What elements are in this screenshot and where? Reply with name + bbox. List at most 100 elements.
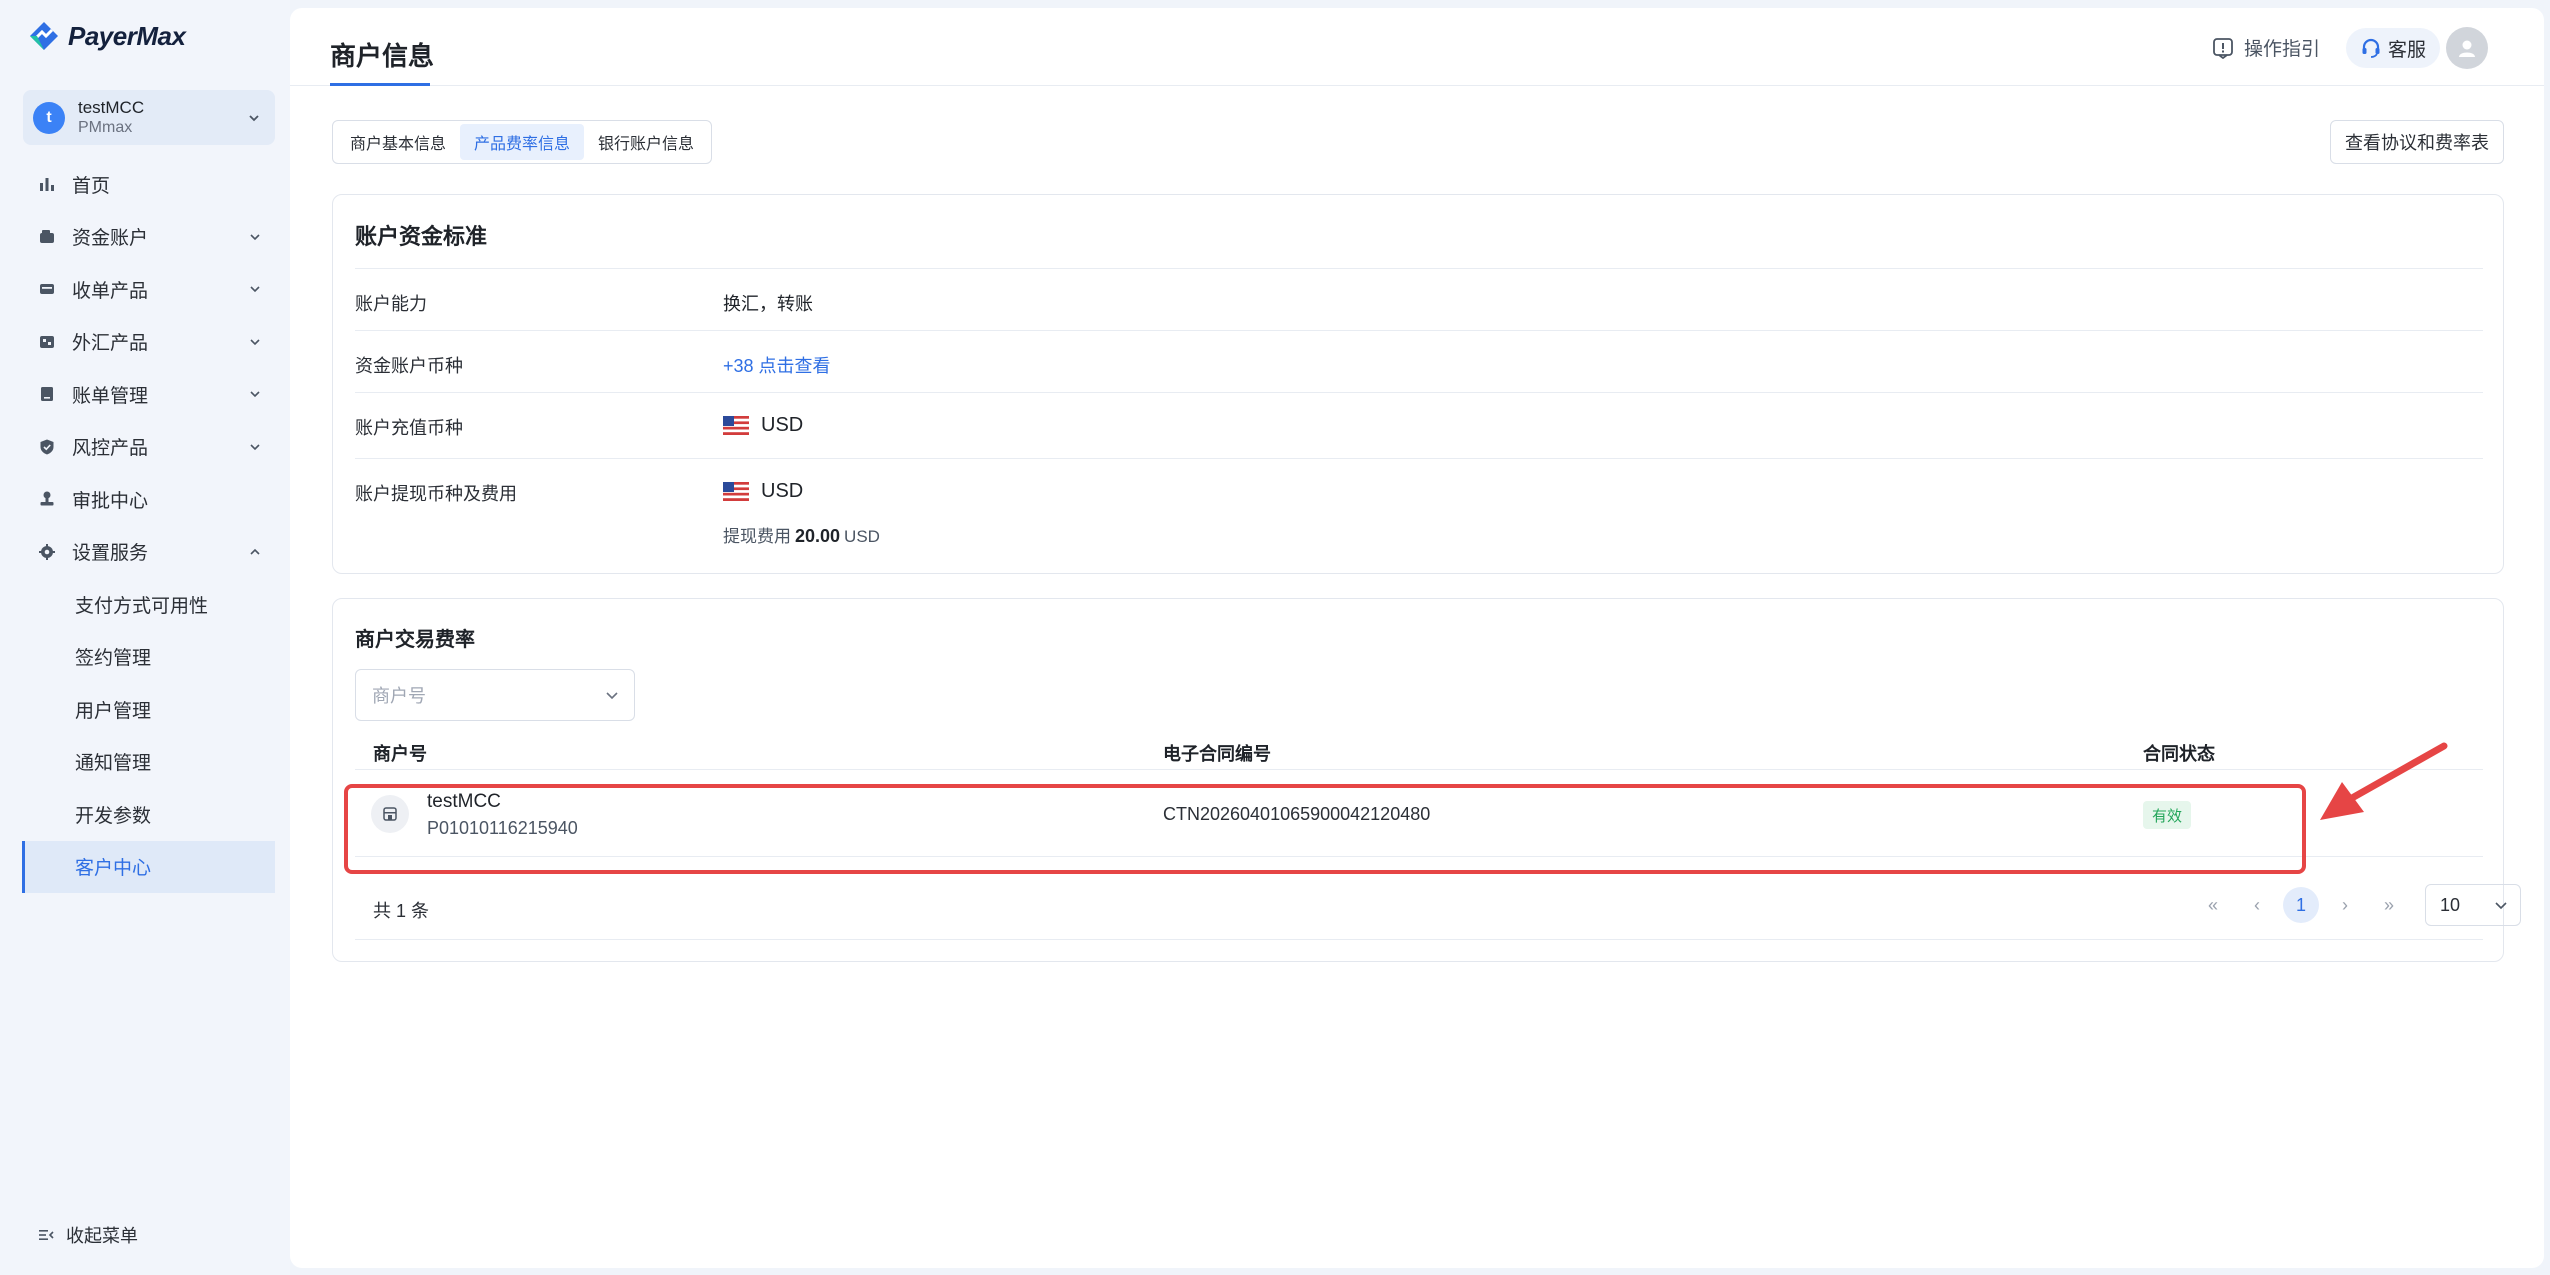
topup-currency: USD [723, 414, 803, 437]
guide-icon [2213, 37, 2233, 59]
column-status: 合同状态 [2143, 744, 2215, 764]
column-contract: 电子合同编号 [1163, 744, 1271, 764]
collapse-menu-label: 收起菜单 [66, 1226, 138, 1246]
sidebar-item-label: 外汇产品 [72, 333, 149, 355]
us-flag-icon [723, 482, 749, 501]
chevron-down-icon [606, 692, 618, 700]
shield-icon [40, 439, 54, 455]
last-page-icon[interactable]: » [2367, 884, 2411, 926]
current-page: 1 [2283, 887, 2319, 923]
collapse-menu-button[interactable]: 收起菜单 [38, 1222, 138, 1248]
total-count: 共 1 条 [373, 901, 430, 921]
currency-label: 资金账户币种 [355, 356, 463, 376]
capability-label: 账户能力 [355, 294, 427, 314]
withdraw-currency-code: USD [761, 480, 804, 502]
transaction-rates-title: 商户交易费率 [355, 629, 475, 651]
chevron-down-icon [250, 286, 260, 293]
chevron-down-icon [250, 339, 260, 345]
info-row-capability: 账户能力 换汇，转账 [355, 268, 2483, 330]
chevron-down-icon [249, 114, 259, 121]
account-subname: PMmax [78, 118, 133, 136]
chevron-down-icon [250, 391, 260, 398]
page-number[interactable]: 1 [2279, 884, 2323, 926]
sidebar-item-settings[interactable]: 设置服务 [0, 526, 290, 579]
account-switcher[interactable]: t testMCC PMmax [23, 90, 275, 145]
table-bottom-divider [355, 939, 2483, 940]
topup-currency-code: USD [761, 414, 804, 436]
exchange-icon [40, 335, 54, 348]
bill-icon [41, 387, 53, 402]
view-agreement-button[interactable]: 查看协议和费率表 [2330, 120, 2504, 164]
bar-chart-icon [40, 178, 54, 192]
sidebar-item-fund-account[interactable]: 资金账户 [0, 211, 290, 264]
title-underline [330, 83, 430, 86]
top-bar: 商户信息 操作指引 客服 [290, 8, 2544, 86]
sidebar-subitem-dev-params[interactable]: 开发参数 [0, 788, 275, 841]
topup-label: 账户充值币种 [355, 418, 463, 438]
withdraw-fee-amount: 20.00 [795, 526, 841, 546]
chevron-down-icon [250, 234, 260, 240]
operation-guide-label: 操作指引 [2244, 39, 2321, 60]
customer-service-label: 客服 [2388, 39, 2427, 61]
page-title: 商户信息 [330, 41, 435, 71]
sidebar-item-label: 设置服务 [72, 543, 149, 565]
sidebar-subitem-customer-center[interactable]: 客户中心 [22, 840, 275, 893]
sidebar-item-risk-products[interactable]: 风控产品 [0, 421, 290, 474]
us-flag-icon [723, 416, 749, 435]
tab-basic-info[interactable]: 商户基本信息 [336, 124, 460, 160]
transaction-rates-card: 商户交易费率 商户号 商户号 电子合同编号 合同状态 testMCC P0101… [332, 598, 2521, 962]
operation-guide-button[interactable]: 操作指引 [2212, 34, 2320, 61]
withdraw-fee-currency: USD [844, 527, 880, 546]
sidebar-subitem-notification-management[interactable]: 通知管理 [0, 736, 275, 789]
sidebar-item-label: 资金账户 [72, 228, 149, 250]
merchant-select[interactable]: 商户号 [355, 669, 635, 721]
sidebar-item-approval-center[interactable]: 审批中心 [0, 473, 290, 526]
payermax-logo-icon [30, 22, 58, 50]
capability-value: 换汇，转账 [723, 294, 813, 314]
customer-service-button[interactable]: 客服 [2346, 28, 2441, 68]
page-size-select[interactable]: 10 [2425, 884, 2521, 926]
sidebar-item-label: 收单产品 [72, 280, 149, 302]
stamp-icon [40, 491, 54, 506]
sidebar-subitem-user-management[interactable]: 用户管理 [0, 683, 275, 736]
view-currencies-link[interactable]: +38 点击查看 [723, 352, 831, 378]
sidebar-item-label: 首页 [72, 175, 111, 197]
next-page-icon[interactable]: › [2323, 884, 2367, 926]
brand-logo[interactable]: PayerMax [28, 20, 186, 52]
tab-bank-account[interactable]: 银行账户信息 [584, 124, 708, 160]
account-standard-card: 账户资金标准 账户能力 换汇，转账 资金账户币种 +38 点击查看 账户充值币种… [332, 194, 2504, 574]
sidebar: PayerMax t testMCC PMmax 首页 资金账户 收单产品 外汇… [0, 0, 290, 1275]
brand-name: PayerMax [68, 20, 186, 51]
sidebar-item-collection-products[interactable]: 收单产品 [0, 263, 290, 316]
gear-icon [39, 543, 55, 560]
user-avatar[interactable] [2446, 27, 2488, 69]
account-standard-title: 账户资金标准 [355, 224, 488, 249]
withdraw-currency: USD [723, 480, 803, 503]
tab-product-fees[interactable]: 产品费率信息 [460, 124, 585, 160]
sidebar-item-home[interactable]: 首页 [0, 158, 290, 211]
account-name: testMCC [78, 97, 145, 117]
annotation-highlight-box [344, 784, 2306, 874]
sidebar-item-fx-products[interactable]: 外汇产品 [0, 316, 290, 369]
card-icon [40, 284, 54, 295]
account-avatar: t [33, 101, 65, 134]
info-row-currency: 资金账户币种 +38 点击查看 [355, 330, 2483, 392]
sidebar-subitem-payment-availability[interactable]: 支付方式可用性 [0, 578, 275, 631]
main-panel: 商户信息 操作指引 客服 商户基本信息 产品费率信息 银行账户信息 查看协议和费… [290, 8, 2544, 1268]
withdraw-fee: 提现费用 20.00 USD [723, 522, 880, 547]
info-tabs: 商户基本信息 产品费率信息 银行账户信息 [332, 120, 713, 164]
user-icon [2459, 40, 2475, 57]
collapse-menu-icon [39, 1230, 54, 1240]
sidebar-subitem-contract-management[interactable]: 签约管理 [0, 631, 275, 684]
info-row-withdraw: 账户提现币种及费用 USD 提现费用 20.00 USD [355, 458, 2483, 564]
prev-page-icon[interactable]: ‹ [2235, 884, 2279, 926]
first-page-icon[interactable]: « [2191, 884, 2235, 926]
annotation-arrow-icon [2320, 742, 2448, 820]
sidebar-item-label: 风控产品 [72, 438, 149, 460]
sidebar-item-bill-management[interactable]: 账单管理 [0, 368, 290, 421]
chevron-up-icon [250, 548, 260, 555]
column-merchant: 商户号 [373, 744, 427, 764]
info-row-topup: 账户充值币种 USD [355, 392, 2483, 458]
chevron-down-icon [2495, 902, 2507, 910]
headset-icon [2362, 38, 2380, 58]
